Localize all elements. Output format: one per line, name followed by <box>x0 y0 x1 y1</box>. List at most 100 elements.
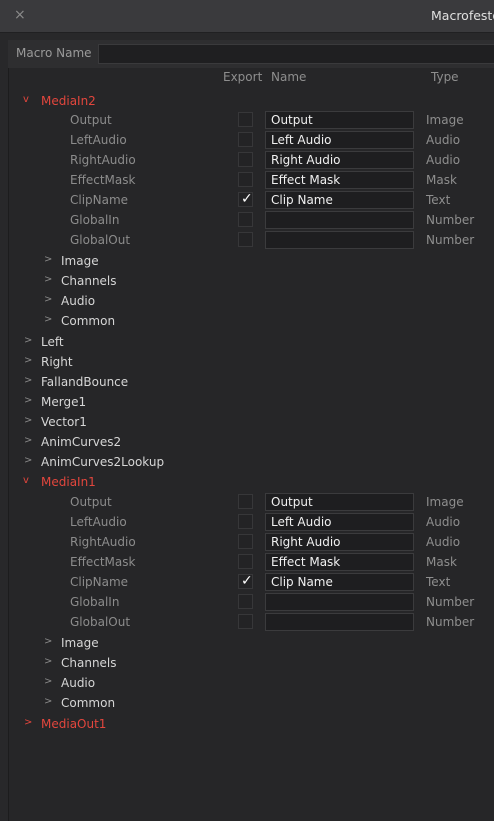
chevron-right-icon[interactable]: > <box>44 254 52 265</box>
group-item-common[interactable]: > Common <box>9 694 494 714</box>
input-name-field[interactable]: Clip Name <box>265 573 414 591</box>
chevron-right-icon[interactable]: > <box>24 415 32 426</box>
chevron-right-icon[interactable]: > <box>44 676 52 687</box>
input-name-field[interactable] <box>265 231 414 249</box>
input-name-field[interactable]: Left Audio <box>265 131 414 149</box>
window-title: Macrofestool <box>431 8 494 23</box>
group-item-channels[interactable]: > Channels <box>9 654 494 674</box>
group-item-audio[interactable]: > Audio <box>9 674 494 694</box>
node-label: MediaIn1 <box>41 475 96 489</box>
input-type: Number <box>426 595 475 609</box>
chevron-right-icon[interactable]: > <box>24 335 32 346</box>
tree-node-animcurves2[interactable]: > AnimCurves2 <box>9 433 494 453</box>
export-checkbox[interactable] <box>238 232 253 247</box>
tree-node-fallandbounce[interactable]: > FallandBounce <box>9 373 494 393</box>
chevron-right-icon[interactable]: > <box>44 696 52 707</box>
tree-node-mediaout1[interactable]: > MediaOut1 <box>9 715 494 735</box>
input-label: LeftAudio <box>70 515 127 529</box>
input-name-field[interactable]: Output <box>265 111 414 129</box>
input-label: GlobalIn <box>70 595 120 609</box>
input-type: Number <box>426 233 475 247</box>
export-checkbox[interactable] <box>238 514 253 529</box>
input-type: Image <box>426 113 464 127</box>
tree-node-medialn2[interactable]: v MediaIn2 <box>9 92 494 112</box>
input-row: RightAudio Right Audio Audio <box>9 533 494 553</box>
export-checkbox[interactable] <box>238 494 253 509</box>
export-checkbox[interactable] <box>238 172 253 187</box>
export-checkbox[interactable]: ✓ <box>238 191 253 207</box>
input-type: Number <box>426 213 475 227</box>
chevron-right-icon[interactable]: > <box>24 435 32 446</box>
export-checkbox[interactable]: ✓ <box>238 573 253 589</box>
input-label: LeftAudio <box>70 133 127 147</box>
input-row: LeftAudio Left Audio Audio <box>9 131 494 151</box>
export-checkbox[interactable] <box>238 614 253 629</box>
export-checkbox[interactable] <box>238 534 253 549</box>
input-row: EffectMask Effect Mask Mask <box>9 171 494 191</box>
export-checkbox[interactable] <box>238 554 253 569</box>
chevron-right-icon[interactable]: > <box>44 656 52 667</box>
input-name-field[interactable]: Output <box>265 493 414 511</box>
input-name-field[interactable]: Effect Mask <box>265 553 414 571</box>
close-icon[interactable]: × <box>14 7 26 23</box>
group-item-image[interactable]: > Image <box>9 634 494 654</box>
chevron-down-icon[interactable]: v <box>23 94 29 105</box>
tree-node-right[interactable]: > Right <box>9 353 494 373</box>
tree-node-merge1[interactable]: > Merge1 <box>9 393 494 413</box>
input-row: GlobalIn Number <box>9 211 494 231</box>
input-name-field[interactable]: Left Audio <box>265 513 414 531</box>
input-label: RightAudio <box>70 153 136 167</box>
input-type: Text <box>426 575 451 589</box>
chevron-down-icon[interactable]: v <box>23 475 29 486</box>
chevron-right-icon[interactable]: > <box>24 395 32 406</box>
input-name-field[interactable]: Right Audio <box>265 533 414 551</box>
chevron-right-icon[interactable]: > <box>44 314 52 325</box>
type-column-header: Type <box>431 70 459 84</box>
input-name-field[interactable]: Clip Name <box>265 191 414 209</box>
chevron-right-icon[interactable]: > <box>44 274 52 285</box>
node-label: MediaIn2 <box>41 94 96 108</box>
input-type: Audio <box>426 535 461 549</box>
input-name-field[interactable] <box>265 613 414 631</box>
chevron-right-icon[interactable]: > <box>24 355 32 366</box>
input-name-field[interactable]: Right Audio <box>265 151 414 169</box>
tree-node-animcurves2lookup[interactable]: > AnimCurves2Lookup <box>9 453 494 473</box>
group-label: Common <box>61 696 116 710</box>
group-item-image[interactable]: > Image <box>9 252 494 272</box>
group-item-common[interactable]: > Common <box>9 312 494 332</box>
export-checkbox[interactable] <box>238 212 253 227</box>
chevron-right-icon[interactable]: > <box>24 455 32 466</box>
tree-node-medialn1[interactable]: v MediaIn1 <box>9 473 494 493</box>
macro-editor-window: × Macrofestool Macro Name Export Name Ty… <box>0 0 494 821</box>
input-name-field[interactable] <box>265 593 414 611</box>
input-name-field[interactable] <box>265 211 414 229</box>
input-row: Output Output Image <box>9 111 494 131</box>
name-column-header: Name <box>271 70 307 84</box>
export-checkbox[interactable] <box>238 132 253 147</box>
input-name-field[interactable]: Effect Mask <box>265 171 414 189</box>
group-item-audio[interactable]: > Audio <box>9 292 494 312</box>
input-label: ClipName <box>70 575 129 589</box>
input-label: Output <box>70 113 112 127</box>
input-type: Mask <box>426 555 457 569</box>
group-label: Channels <box>61 656 117 670</box>
chevron-right-icon[interactable]: > <box>44 294 52 305</box>
export-checkbox[interactable] <box>238 594 253 609</box>
macro-tree-panel: Export Name Type v MediaIn2 Output Outpu… <box>8 68 494 821</box>
input-row: Output Output Image <box>9 493 494 513</box>
input-type: Audio <box>426 515 461 529</box>
export-checkbox[interactable] <box>238 112 253 127</box>
chevron-right-icon[interactable]: > <box>24 717 32 728</box>
export-checkbox[interactable] <box>238 152 253 167</box>
tree-node-vector1[interactable]: > Vector1 <box>9 413 494 433</box>
macro-name-input[interactable] <box>98 44 494 64</box>
group-label: Channels <box>61 274 117 288</box>
chevron-right-icon[interactable]: > <box>44 636 52 647</box>
node-label: Left <box>41 335 64 349</box>
chevron-right-icon[interactable]: > <box>24 375 32 386</box>
input-row: EffectMask Effect Mask Mask <box>9 553 494 573</box>
macro-name-bar: Macro Name <box>8 40 494 68</box>
group-item-channels[interactable]: > Channels <box>9 272 494 292</box>
tree-node-left[interactable]: > Left <box>9 333 494 353</box>
input-type: Audio <box>426 153 461 167</box>
